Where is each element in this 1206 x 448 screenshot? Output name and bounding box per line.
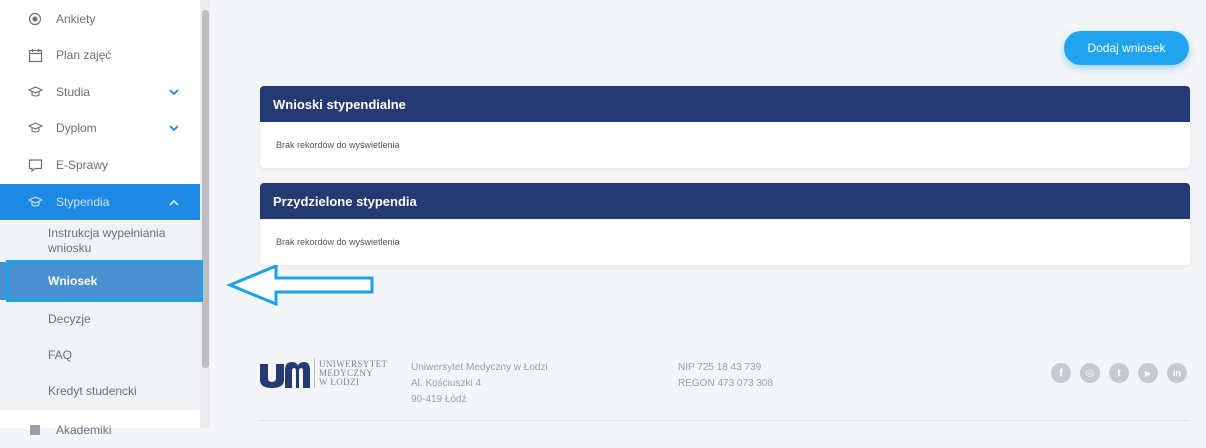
building-icon [26,421,44,439]
footer-company-ids: NIP 725 18 43 739 REGON 473 073 308 [678,362,774,389]
sidebar-item-stypendia[interactable]: Stypendia [0,184,200,220]
sidebar-item-studia[interactable]: Studia [0,74,200,110]
logo-text: UNIWERSYTET MEDYCZNY W ŁODZI [319,358,388,387]
graduation-cap-icon [26,119,44,137]
sidebar-item-label: Dyplom [56,121,97,135]
linkedin-icon[interactable]: in [1167,363,1187,383]
panel-empty-message: Brak rekordów do wyświetlenia [276,140,400,150]
footer-divider [258,420,1190,421]
um-logo-mark-icon [260,362,310,388]
chevron-down-icon[interactable] [168,88,180,96]
youtube-icon[interactable]: ▶ [1138,363,1158,383]
comment-icon [26,156,44,174]
radio-icon [26,10,44,28]
footer-address: Uniwersytet Medyczny w Łodzi Al. Kościus… [411,362,548,405]
sidebar-item-label: Studia [56,85,91,99]
graduation-cap-icon [26,193,44,211]
sidebar: Ankiety Plan zajęć Studia Dyplom E-Spraw… [0,0,201,437]
facebook-icon[interactable]: f [1051,363,1071,383]
sidebar-subitem-label: Wniosek [48,273,98,288]
sidebar-subitem-label: Decyzje [48,311,91,326]
graduation-cap-icon [26,83,44,101]
annotation-arrow [226,263,374,307]
sidebar-item-e-sprawy[interactable]: E-Sprawy [0,147,200,183]
sidebar-item-label: E-Sprawy [56,158,109,172]
sidebar-subitem-label: Instrukcja wypełniania wniosku [48,226,166,255]
sidebar-scrollbar-thumb[interactable] [202,10,209,368]
calendar-icon [26,46,44,64]
panel-wnioski-stypendialne: Wnioski stypendialne Brak rekordów do wy… [260,86,1190,168]
sidebar-subitem-faq[interactable]: FAQ [0,337,200,373]
sidebar-subitem-kredyt[interactable]: Kredyt studencki [0,373,200,410]
sidebar-item-label: Stypendia [56,195,110,209]
sidebar-subitem-label: Kredyt studencki [48,384,137,398]
sidebar-item-label: Ankiety [56,12,96,26]
sidebar-item-label: Plan zajęć [56,48,112,62]
sidebar-subitem-label: FAQ [48,347,73,362]
chevron-up-icon[interactable] [168,199,180,206]
panel-title: Wnioski stypendialne [260,86,1190,122]
sidebar-subitem-instrukcja[interactable]: Instrukcja wypełniania wniosku [0,221,200,261]
sidebar-item-label: Akademiki [56,423,112,437]
panel-title: Przydzielone stypendia [260,183,1190,219]
add-application-button[interactable]: Dodaj wniosek [1064,31,1189,65]
twitter-icon[interactable]: t [1109,363,1129,383]
social-links: f ◎ t ▶ in [1051,363,1187,383]
sidebar-item-ankiety[interactable]: Ankiety [0,1,200,37]
instagram-icon[interactable]: ◎ [1080,363,1100,383]
logo-separator [314,358,315,388]
sidebar-subitem-wniosek[interactable]: Wniosek [0,262,200,300]
sidebar-item-dyplom[interactable]: Dyplom [0,110,200,146]
university-logo[interactable]: UNIWERSYTET MEDYCZNY W ŁODZI [258,356,387,390]
panel-empty-message: Brak rekordów do wyświetlenia [276,237,400,247]
chevron-down-icon[interactable] [168,124,180,132]
sidebar-item-plan-zajec[interactable]: Plan zajęć [0,37,200,73]
sidebar-subitem-decyzje[interactable]: Decyzje [0,301,200,337]
sidebar-item-akademiki[interactable]: Akademiki [0,412,200,448]
panel-przydzielone-stypendia: Przydzielone stypendia Brak rekordów do … [260,183,1190,265]
